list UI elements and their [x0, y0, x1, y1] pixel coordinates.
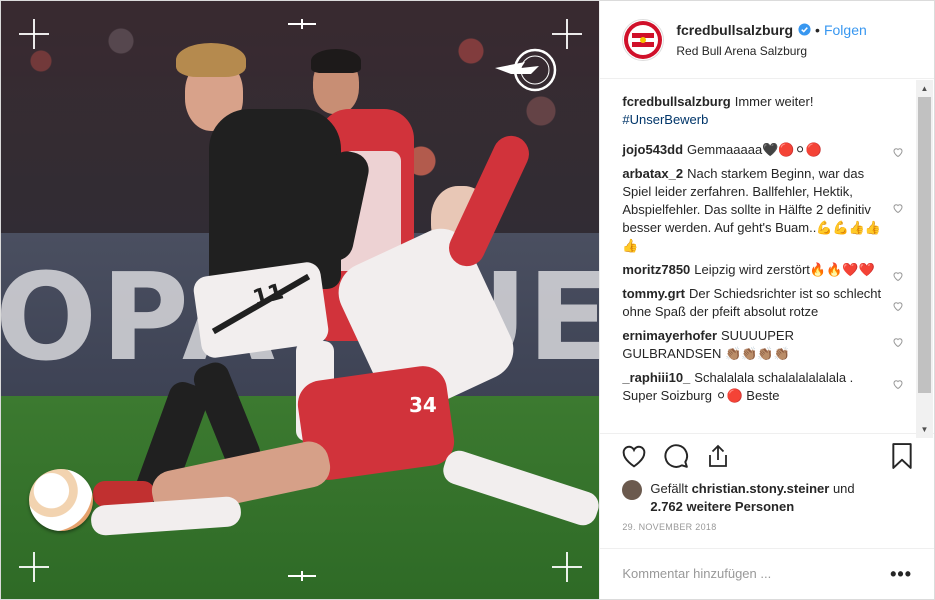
post-image[interactable]: OPA UE 11 34	[1, 1, 600, 599]
comments-list: fcredbullsalzburg Immer weiter! #UnserBew…	[600, 79, 934, 433]
comment-text: Leipzig wird zerstört🔥🔥❤️❤️	[694, 262, 875, 278]
add-comment-bar: •••	[600, 547, 934, 599]
comment-item: jojo543dd Gemmaaaaa🖤🔴⚪🔴	[622, 141, 912, 159]
likes-text: Gefällt christian.stony.steiner und 2.76…	[650, 480, 854, 516]
caption-text: Immer weiter!	[734, 94, 814, 110]
like-comment-heart-icon[interactable]	[892, 377, 904, 395]
comment-item: tommy.grt Der Schiedsrichter ist so schle…	[622, 285, 912, 321]
follow-button[interactable]: Folgen	[824, 22, 867, 38]
instagram-post: OPA UE 11 34 fcredbullsalzburg • Folgen …	[0, 0, 935, 600]
comment-text: Gemmaaaaa🖤🔴⚪🔴	[687, 142, 822, 158]
location-link[interactable]: Red Bull Arena Salzburg	[676, 44, 866, 58]
caption: fcredbullsalzburg Immer weiter! #UnserBew…	[622, 93, 912, 129]
comment-username[interactable]: arbatax_2	[622, 166, 683, 181]
club-crest-icon	[624, 20, 663, 59]
post-actions	[600, 432, 934, 478]
header-row: fcredbullsalzburg • Folgen	[676, 22, 866, 38]
save-bookmark-icon[interactable]	[888, 442, 916, 470]
comment-username[interactable]: ernimayerhofer	[622, 328, 717, 343]
comment-username[interactable]: jojo543dd	[622, 142, 683, 157]
post-details-panel: fcredbullsalzburg • Folgen Red Bull Aren…	[599, 1, 934, 599]
player-slide-number: 34	[409, 393, 437, 417]
comments-scrollbar[interactable]: ▲ ▼	[916, 80, 933, 438]
comment-item: moritz7850 Leipzig wird zerstört🔥🔥❤️❤️	[622, 261, 912, 282]
like-heart-icon[interactable]	[620, 442, 648, 470]
comment-item: _raphiii10_ Schalalala schalalalalalala .…	[622, 369, 912, 405]
football	[29, 469, 93, 531]
comment-username[interactable]: moritz7850	[622, 262, 690, 277]
comment-item: arbatax_2 Nach starkem Beginn, war das Sp…	[622, 165, 912, 255]
comment-bubble-icon[interactable]	[662, 442, 690, 470]
club-crest-watermark	[495, 48, 557, 92]
comment-item: ernimayerhofer SUUUUPER GULBRANDSEN 👏🏽👏🏽👏…	[622, 327, 912, 363]
comment-username[interactable]: _raphiii10_	[622, 370, 690, 385]
player-back-hair	[311, 49, 361, 73]
frame-tick-bottom	[288, 571, 316, 581]
frame-corner-bottom-left	[19, 552, 49, 582]
frame-corner-top-right	[552, 19, 582, 49]
scrollbar-thumb[interactable]	[918, 97, 931, 393]
liker-username[interactable]: christian.stony.steiner	[692, 481, 830, 496]
more-options-icon[interactable]: •••	[890, 565, 912, 583]
frame-corner-bottom-right	[552, 552, 582, 582]
scroll-up-arrow-icon[interactable]: ▲	[916, 80, 933, 97]
caption-username[interactable]: fcredbullsalzburg	[622, 94, 730, 109]
post-date[interactable]: 29. NOVEMBER 2018	[600, 518, 934, 548]
comment-username[interactable]: tommy.grt	[622, 286, 685, 301]
like-comment-heart-icon[interactable]	[892, 145, 904, 163]
frame-tick-top	[288, 19, 316, 29]
share-upload-icon[interactable]	[704, 442, 732, 470]
likes-prefix: Gefällt	[650, 481, 688, 497]
header-username[interactable]: fcredbullsalzburg	[676, 22, 793, 38]
likes-summary: Gefällt christian.stony.steiner und 2.76…	[600, 478, 934, 518]
caption-hashtag[interactable]: #UnserBewerb	[622, 112, 708, 127]
player-dark-hair	[176, 43, 246, 77]
likes-count[interactable]: 2.762 weitere Personen	[650, 499, 794, 514]
like-comment-heart-icon[interactable]	[892, 201, 904, 219]
comment-input[interactable]	[622, 566, 891, 582]
post-header: fcredbullsalzburg • Folgen Red Bull Aren…	[600, 1, 934, 80]
header-text: fcredbullsalzburg • Folgen Red Bull Aren…	[676, 22, 866, 58]
verified-badge-icon	[798, 23, 811, 36]
liker-avatar[interactable]	[622, 480, 643, 501]
frame-corner-top-left	[19, 19, 49, 49]
header-separator: •	[815, 21, 820, 38]
scroll-down-arrow-icon[interactable]: ▼	[916, 421, 933, 438]
likes-connector: und	[832, 481, 855, 497]
profile-avatar[interactable]	[622, 18, 665, 61]
like-comment-heart-icon[interactable]	[892, 299, 904, 317]
like-comment-heart-icon[interactable]	[892, 335, 904, 353]
